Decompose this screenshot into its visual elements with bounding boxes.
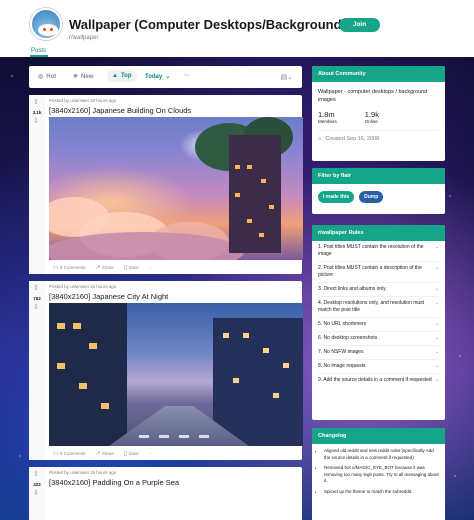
rule-item[interactable]: 3. Direct links and albums only ⌄ — [318, 283, 439, 297]
rule-item[interactable]: 5. No URL shorteners ⌄ — [318, 318, 439, 332]
building-shape — [213, 318, 303, 446]
share-button[interactable]: ↗ Share — [95, 264, 113, 271]
chevron-down-icon: ⌄ — [434, 377, 439, 383]
created-date: ⌂ Created Sep 16, 2008 — [318, 136, 380, 142]
sort-new[interactable]: ✳ New — [73, 73, 93, 81]
post-more-button[interactable]: ··· — [149, 451, 154, 456]
time-range-select[interactable]: Today ⌄ — [145, 73, 171, 81]
chevron-down-icon: ⌄ — [165, 74, 171, 80]
vote-column: ⇧ 322 ⇩ — [29, 467, 45, 520]
tab-posts-underline — [30, 55, 48, 57]
about-community-widget: About Community Wallpaper - computer des… — [312, 66, 445, 161]
sparkle-icon: ✳ — [73, 74, 79, 80]
changelog-heading: Changelog — [312, 428, 445, 444]
flair-filter-widget: Filter by flair I made this Dump — [312, 168, 445, 214]
save-button[interactable]: ▯ Save — [124, 450, 139, 457]
tab-posts[interactable]: Posts — [31, 48, 46, 54]
building-shape — [49, 303, 127, 446]
post-title[interactable]: [3840x2160] Japanese City At Night — [49, 292, 298, 303]
post-title[interactable]: [3840x2160] Japanese Building On Clouds — [49, 106, 298, 117]
about-description: Wallpaper - computer desktops / backgrou… — [318, 89, 428, 103]
upvote-icon[interactable]: ⇧ — [33, 284, 39, 292]
chart-up-icon: ▲ — [112, 73, 118, 79]
flair-i-made-this[interactable]: I made this — [318, 191, 355, 203]
vote-column: ⇧ 3.1k ⇩ — [29, 95, 45, 274]
share-button[interactable]: ↗ Share — [95, 450, 113, 457]
chevron-down-icon: ⌄ — [434, 300, 439, 306]
post-card[interactable]: ⇧ 3.1k ⇩ Posted by u/wimwei 19 hours ago… — [29, 95, 303, 274]
comments-button[interactable]: ▭ 5 Comments — [53, 450, 85, 457]
changelog-item: Aligned old.reddit and new.reddit rules … — [324, 448, 439, 461]
post-score: 3.1k — [32, 110, 42, 115]
bookmark-icon: ▯ — [123, 264, 128, 271]
downvote-icon[interactable]: ⇩ — [33, 303, 39, 311]
members-stat: 1.8m Members — [318, 110, 337, 124]
flair-dump[interactable]: Dump — [359, 191, 384, 203]
upvote-icon[interactable]: ⇧ — [33, 470, 39, 478]
post-score: 762 — [33, 296, 41, 301]
flair-heading: Filter by flair — [312, 168, 445, 184]
card-view-icon[interactable]: ▤⌄ — [281, 73, 293, 81]
rules-heading: r/wallpaper Rules — [312, 225, 445, 241]
chevron-down-icon: ⌄ — [434, 363, 439, 369]
rule-item[interactable]: 8. No image requests ⌄ — [318, 360, 439, 374]
chevron-down-icon: ⌄ — [434, 321, 439, 327]
post-card[interactable]: ⇧ 762 ⇩ Posted by u/wimwei 15 hours ago … — [29, 281, 303, 460]
post-meta: Posted by u/wimwei 15 hours ago — [49, 284, 117, 289]
upvote-icon[interactable]: ⇧ — [33, 98, 39, 106]
chevron-down-icon: ⌄ — [434, 349, 439, 355]
online-stat: 1.9k Online — [364, 110, 379, 124]
vote-column: ⇧ 762 ⇩ — [29, 281, 45, 460]
post-actions: ▭ 9 Comments ↗ Share ▯ Save ··· — [49, 260, 298, 274]
building-shape — [229, 135, 281, 253]
chevron-down-icon: ⌄ — [434, 265, 439, 271]
post-more-button[interactable]: ··· — [149, 265, 154, 270]
changelog-item: Spiced up the theme to match the subredd… — [324, 489, 439, 496]
comment-icon: ▭ — [53, 264, 59, 271]
save-button[interactable]: ▯ Save — [124, 264, 139, 271]
about-heading: About Community — [312, 66, 445, 82]
comments-button[interactable]: ▭ 9 Comments — [53, 264, 85, 271]
chevron-down-icon: ⌄ — [434, 286, 439, 292]
post-actions: ▭ 5 Comments ↗ Share ▯ Save ··· — [49, 446, 298, 460]
cake-icon: ⌂ — [318, 136, 322, 142]
post-image[interactable] — [49, 117, 303, 260]
post-feed: ◎ Hot ✳ New ▲ Top Today ⌄ ··· ▤⌄ ⇧ 3.1k … — [29, 66, 303, 520]
sort-bar: ◎ Hot ✳ New ▲ Top Today ⌄ ··· ▤⌄ — [29, 66, 302, 88]
post-image[interactable] — [49, 303, 303, 446]
subreddit-name: r/wallpaper — [69, 35, 99, 41]
rule-item[interactable]: 7. No NSFW images ⌄ — [318, 346, 439, 360]
join-button[interactable]: Join — [339, 18, 380, 32]
rule-item[interactable]: 2. Post titles MUST contain a descriptio… — [318, 262, 439, 283]
rule-item[interactable]: 9. Add the source details in a comment i… — [318, 374, 439, 387]
post-card[interactable]: ⇧ 322 ⇩ Posted by u/wimwei 15 hours ago … — [29, 467, 302, 520]
rule-item[interactable]: 6. No desktop screenshots ⌄ — [318, 332, 439, 346]
sort-hot[interactable]: ◎ Hot — [38, 73, 56, 81]
changelog-widget: Changelog Aligned old.reddit and new.red… — [312, 428, 445, 520]
subreddit-title: Wallpaper (Computer Desktops/Backgrounds… — [69, 17, 354, 32]
bookmark-icon: ▯ — [123, 450, 128, 457]
share-icon: ↗ — [95, 450, 101, 457]
share-icon: ↗ — [95, 264, 101, 271]
downvote-icon[interactable]: ⇩ — [33, 489, 39, 497]
subreddit-logo — [30, 8, 62, 40]
rule-item[interactable]: 4. Desktop resolutions only, and resolut… — [318, 297, 439, 318]
post-meta: Posted by u/wimwei 15 hours ago — [49, 470, 117, 475]
chevron-down-icon: ⌄ — [434, 244, 439, 250]
flame-icon: ◎ — [38, 74, 44, 80]
comment-icon: ▭ — [53, 450, 59, 457]
downvote-icon[interactable]: ⇩ — [33, 117, 39, 125]
sort-more-button[interactable]: ··· — [184, 73, 190, 79]
post-score: 322 — [33, 482, 41, 487]
sort-top[interactable]: ▲ Top — [107, 70, 137, 82]
post-title[interactable]: [3840x2160] Paddling On a Purple Sea — [49, 478, 298, 489]
post-meta: Posted by u/wimwei 19 hours ago — [49, 98, 117, 103]
chevron-down-icon: ⌄ — [434, 335, 439, 341]
changelog-item: Removed bot u/MAGIC_EYE_BOT because it w… — [324, 465, 439, 485]
subreddit-header: Wallpaper (Computer Desktops/Backgrounds… — [0, 0, 474, 57]
rules-widget: r/wallpaper Rules 1. Post titles MUST co… — [312, 225, 445, 420]
rule-item[interactable]: 1. Post titles MUST contain the resoluti… — [318, 241, 439, 262]
